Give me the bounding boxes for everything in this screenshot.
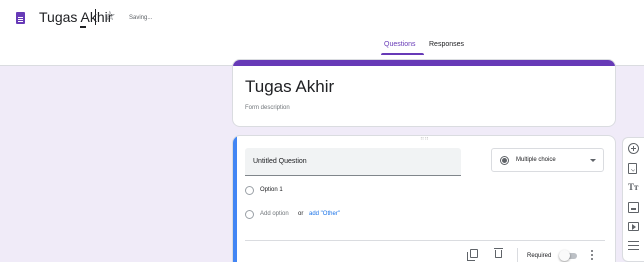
add-title-icon[interactable]: Tт — [628, 182, 639, 193]
active-tab-indicator — [381, 53, 424, 55]
footer-vertical-divider — [517, 248, 518, 262]
more-options-icon[interactable] — [591, 250, 593, 252]
form-description[interactable]: Form description — [245, 105, 290, 111]
dropdown-arrow-icon — [590, 159, 596, 162]
delete-icon[interactable] — [494, 248, 503, 258]
tab-questions[interactable]: Questions — [384, 41, 416, 48]
add-other-link[interactable]: add "Other" — [309, 211, 340, 217]
import-questions-icon[interactable] — [628, 163, 637, 174]
star-icon[interactable]: ☆ — [104, 9, 116, 22]
required-label: Required — [527, 253, 552, 259]
or-text: or — [298, 211, 304, 217]
drag-handle-icon[interactable]: ⠿⠿ — [420, 136, 429, 142]
floating-toolbox: Tт — [622, 137, 644, 262]
add-section-icon[interactable] — [628, 241, 639, 250]
active-card-indicator — [233, 136, 237, 262]
question-title-field[interactable]: Untitled Question — [245, 148, 461, 176]
duplicate-icon[interactable] — [467, 249, 478, 261]
question-title: Untitled Question — [253, 158, 307, 165]
text-cursor — [95, 9, 96, 25]
question-card[interactable]: ⠿⠿ Untitled Question Multiple choice Opt… — [232, 135, 616, 262]
form-doc-icon[interactable] — [16, 12, 25, 24]
form-title[interactable]: Tugas Akhir — [245, 77, 334, 97]
add-option-radio-icon — [245, 210, 254, 219]
form-title-card[interactable]: Tugas Akhir Form description — [232, 59, 616, 127]
add-video-icon[interactable] — [628, 222, 639, 231]
required-toggle-knob[interactable] — [559, 250, 570, 261]
tab-responses[interactable]: Responses — [429, 41, 464, 48]
spellcheck-underline — [80, 26, 86, 28]
question-type-select[interactable]: Multiple choice — [491, 148, 604, 172]
card-footer-divider — [245, 240, 605, 241]
add-question-icon[interactable] — [628, 143, 639, 154]
option-label[interactable]: Option 1 — [260, 187, 283, 193]
document-title[interactable]: Tugas Akhir — [39, 9, 112, 25]
add-option-link[interactable]: Add option — [260, 211, 289, 217]
top-bar: Tugas Akhir ☆ Saving... Questions Respon… — [0, 0, 644, 66]
question-type-label: Multiple choice — [516, 157, 556, 163]
add-image-icon[interactable] — [628, 202, 639, 213]
radio-button-icon — [500, 156, 509, 165]
title-card-accent — [233, 60, 615, 66]
save-status: Saving... — [129, 15, 153, 21]
option-radio-icon — [245, 186, 254, 195]
